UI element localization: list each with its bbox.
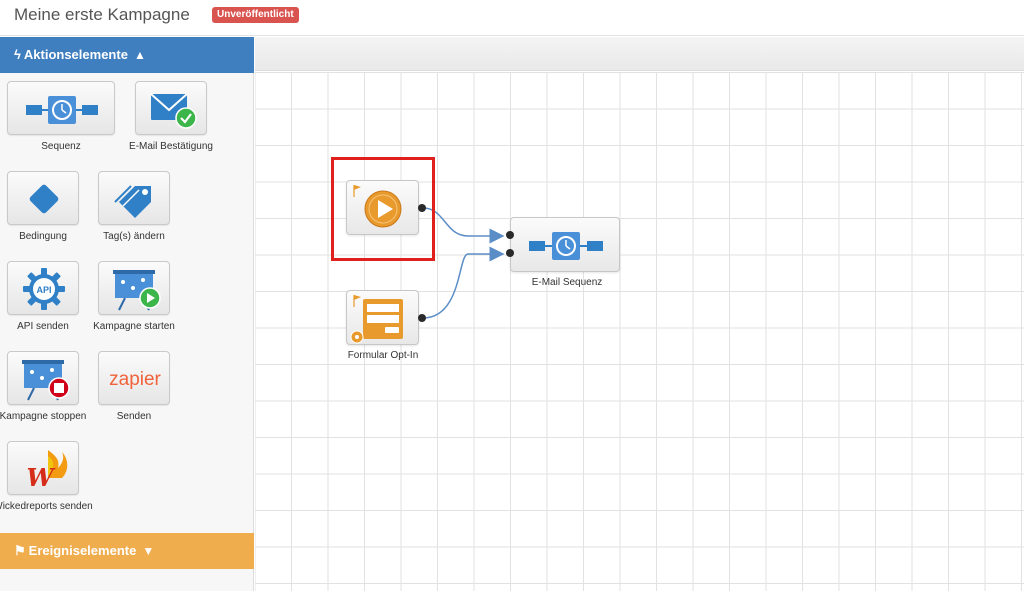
wire-optin-to-sequence[interactable] — [422, 246, 505, 319]
highlight-box — [331, 157, 435, 261]
node-sequence-input-port-1[interactable] — [506, 231, 514, 239]
flag-icon — [353, 295, 361, 307]
sequence-clock-icon — [529, 232, 603, 260]
node-email-sequence[interactable] — [510, 217, 620, 272]
node-sequence-input-port-2[interactable] — [506, 249, 514, 257]
node-form-optin[interactable] — [346, 290, 419, 345]
node-label-sequence: E-Mail Sequenz — [531, 277, 603, 288]
connection-wires — [422, 207, 505, 319]
node-label-optin: Formular Opt-In — [347, 350, 419, 361]
wire-start-to-sequence[interactable] — [422, 207, 505, 244]
form-icon — [350, 295, 403, 344]
node-optin-output-port[interactable] — [418, 314, 426, 322]
